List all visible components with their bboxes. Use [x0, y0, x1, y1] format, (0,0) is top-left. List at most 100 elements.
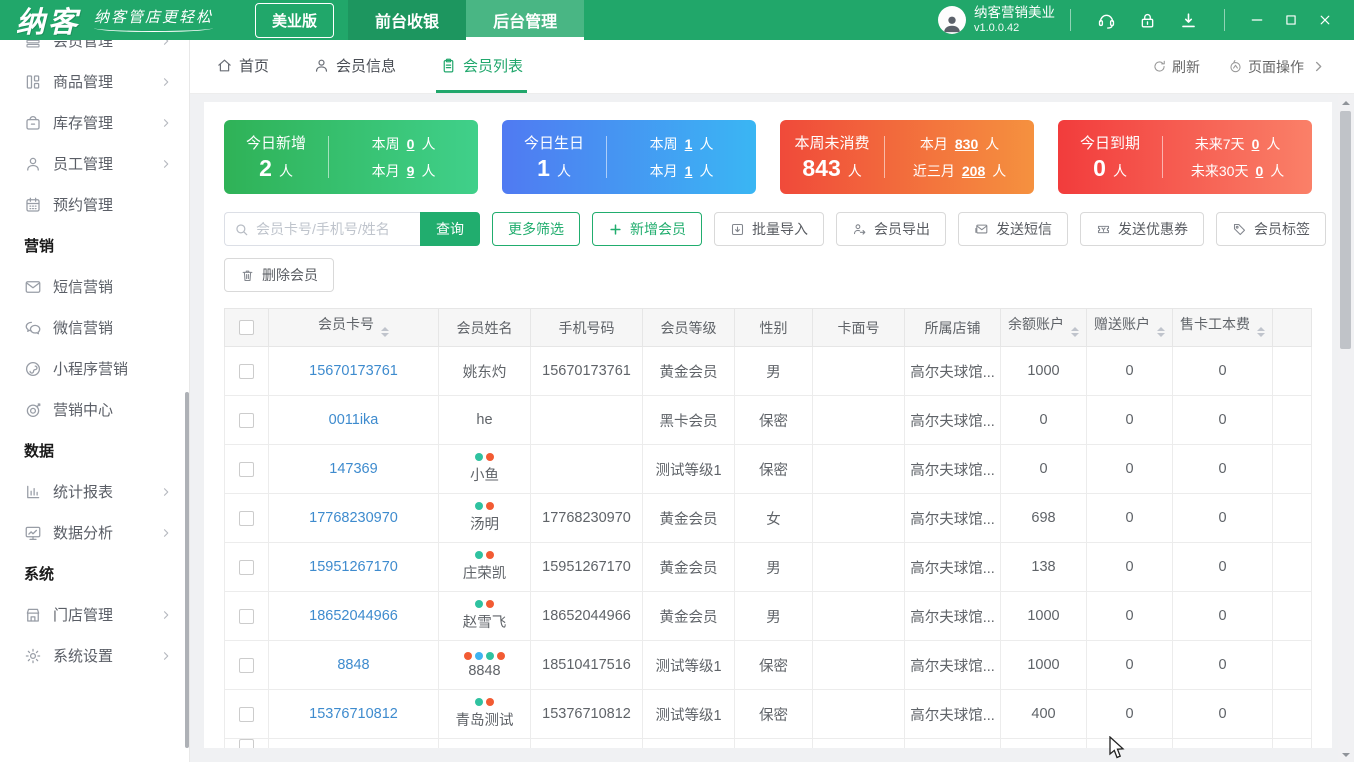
member-card-link[interactable]: 8848 [337, 657, 369, 673]
发送优惠券-button[interactable]: 发送优惠券 [1080, 212, 1204, 246]
row-checkbox[interactable] [239, 739, 254, 748]
stat-detail-value[interactable]: 0 [407, 136, 415, 152]
select-all-column[interactable] [224, 308, 269, 347]
column-header-手机号码[interactable]: 手机号码 [530, 308, 643, 347]
column-header-所属店铺[interactable]: 所属店铺 [904, 308, 1001, 347]
sidebar-item-商品管理[interactable]: 商品管理 [0, 61, 184, 102]
stat-detail-label: 未来30天 [1190, 162, 1249, 179]
tag-dot-red [464, 651, 472, 660]
row-checkbox[interactable] [239, 657, 254, 673]
删除会员-button[interactable]: 删除会员 [224, 258, 334, 292]
column-header-赠送账户[interactable]: 赠送账户 [1086, 308, 1173, 347]
stat-detail-value[interactable]: 830 [955, 136, 978, 152]
sort-caret[interactable] [1257, 323, 1265, 341]
sort-caret[interactable] [381, 323, 389, 341]
column-header-会员卡号[interactable]: 会员卡号 [268, 308, 439, 347]
column-label: 赠送账户 [1094, 316, 1150, 332]
sidebar-item-会员管理[interactable]: 会员管理 [0, 40, 184, 61]
cell [530, 738, 643, 748]
minimize-button[interactable] [1240, 3, 1274, 37]
stat-detail-value[interactable]: 0 [1252, 136, 1260, 152]
sidebar-scrollbar-thumb[interactable] [185, 392, 189, 748]
scroll-up-arrow[interactable] [1338, 95, 1353, 109]
page-ops-button[interactable]: 页面操作 [1228, 57, 1326, 77]
sidebar-item-预约管理[interactable]: 预约管理 [0, 184, 184, 225]
发送短信-button[interactable]: 发送短信 [958, 212, 1068, 246]
lock-icon[interactable] [1138, 11, 1157, 30]
member-card-link[interactable]: 147369 [329, 461, 377, 477]
stat-card-unit: 人 [847, 163, 862, 179]
divider [1224, 9, 1225, 31]
toolbar-row1: 查询 更多筛选 新增会员 批量导入 会员导出 发送短信 发送优惠券 会员标签 [224, 212, 1326, 246]
row-checkbox[interactable] [239, 363, 254, 379]
tab-会员列表[interactable]: 会员列表 [436, 40, 528, 93]
member-card-link[interactable]: 17768230970 [309, 510, 398, 526]
stat-detail-value[interactable]: 9 [407, 163, 415, 179]
search-button[interactable]: 查询 [420, 212, 480, 246]
sidebar-item-短信营销[interactable]: 短信营销 [0, 266, 184, 307]
tag-dot-red [497, 651, 505, 660]
avatar[interactable] [938, 6, 966, 34]
column-header-售卡工本费[interactable]: 售卡工本费 [1172, 308, 1273, 347]
sidebar-item-员工管理[interactable]: 员工管理 [0, 143, 184, 184]
row-checkbox[interactable] [239, 706, 254, 722]
download-icon[interactable] [1179, 11, 1198, 30]
search-input[interactable] [256, 221, 411, 237]
sidebar-item-门店管理[interactable]: 门店管理 [0, 594, 184, 635]
column-header-卡面号[interactable]: 卡面号 [812, 308, 905, 347]
column-header-余额账户[interactable]: 余额账户 [1000, 308, 1087, 347]
会员标签-button[interactable]: 会员标签 [1216, 212, 1326, 246]
tab-首页[interactable]: 首页 [212, 40, 273, 93]
button-label: 会员导出 [874, 221, 930, 237]
member-card-link[interactable]: 18652044966 [309, 608, 398, 624]
sidebar-item-库存管理[interactable]: 库存管理 [0, 102, 184, 143]
tab-会员信息[interactable]: 会员信息 [309, 40, 400, 93]
table-row: 15951267170 庄荣凯 15951267170 黄金会员男高尔夫球馆... 13… [224, 542, 1312, 592]
column-header-性别[interactable]: 性别 [734, 308, 813, 347]
row-checkbox[interactable] [239, 461, 254, 477]
sort-caret[interactable] [1157, 323, 1165, 341]
select-all-checkbox[interactable] [239, 320, 254, 335]
service-icon[interactable] [1097, 11, 1116, 30]
column-header-会员姓名[interactable]: 会员姓名 [438, 308, 531, 347]
cell-store: 高尔夫球馆... [904, 346, 1001, 396]
sidebar-item-统计报表[interactable]: 统计报表 [0, 471, 184, 512]
会员导出-button[interactable]: 会员导出 [836, 212, 946, 246]
批量导入-button[interactable]: 批量导入 [714, 212, 824, 246]
stat-detail-value[interactable]: 208 [962, 163, 985, 179]
member-card-link[interactable]: 15670173761 [309, 363, 398, 379]
edition-badge[interactable]: 美业版 [255, 2, 335, 38]
member-card-link[interactable]: 0011ika [329, 412, 379, 428]
sidebar-item-label: 员工管理 [53, 156, 114, 173]
row-checkbox[interactable] [239, 412, 254, 428]
row-checkbox[interactable] [239, 608, 254, 624]
stat-detail-value[interactable]: 1 [685, 136, 693, 152]
refresh-button[interactable]: 刷新 [1152, 57, 1200, 77]
cell-name: 小鱼 [438, 444, 531, 494]
sidebar-item-营销中心[interactable]: 营销中心 [0, 389, 184, 430]
close-button[interactable] [1308, 3, 1342, 37]
column-header-会员等级[interactable]: 会员等级 [642, 308, 735, 347]
sidebar-item-数据分析[interactable]: 数据分析 [0, 512, 184, 553]
更多筛选-button[interactable]: 更多筛选 [492, 212, 580, 246]
新增会员-button[interactable]: 新增会员 [592, 212, 702, 246]
member-card-link[interactable]: 15951267170 [309, 559, 398, 575]
stat-detail-value[interactable]: 0 [1255, 163, 1263, 179]
scroll-down-arrow[interactable] [1338, 748, 1353, 762]
row-checkbox[interactable] [239, 510, 254, 526]
maximize-button[interactable] [1274, 3, 1308, 37]
main-scrollbar[interactable] [1338, 95, 1353, 762]
nav-前台收银[interactable]: 前台收银 [348, 0, 467, 40]
stat-detail-unit: 人 [985, 135, 1000, 152]
cell-phone: 18510417516 [530, 640, 643, 690]
member-card-link[interactable]: 15376710812 [309, 706, 398, 722]
sort-caret[interactable] [1071, 323, 1079, 341]
sidebar-item-小程序营销[interactable]: 小程序营销 [0, 348, 184, 389]
main-scrollbar-thumb[interactable] [1340, 111, 1351, 349]
sidebar-item-系统设置[interactable]: 系统设置 [0, 635, 184, 676]
stat-detail-value[interactable]: 1 [685, 163, 693, 179]
row-checkbox[interactable] [239, 559, 254, 575]
sidebar-item-微信营销[interactable]: 微信营销 [0, 307, 184, 348]
toolbar-row2: 删除会员 [224, 258, 1312, 292]
nav-后台管理[interactable]: 后台管理 [466, 0, 585, 40]
